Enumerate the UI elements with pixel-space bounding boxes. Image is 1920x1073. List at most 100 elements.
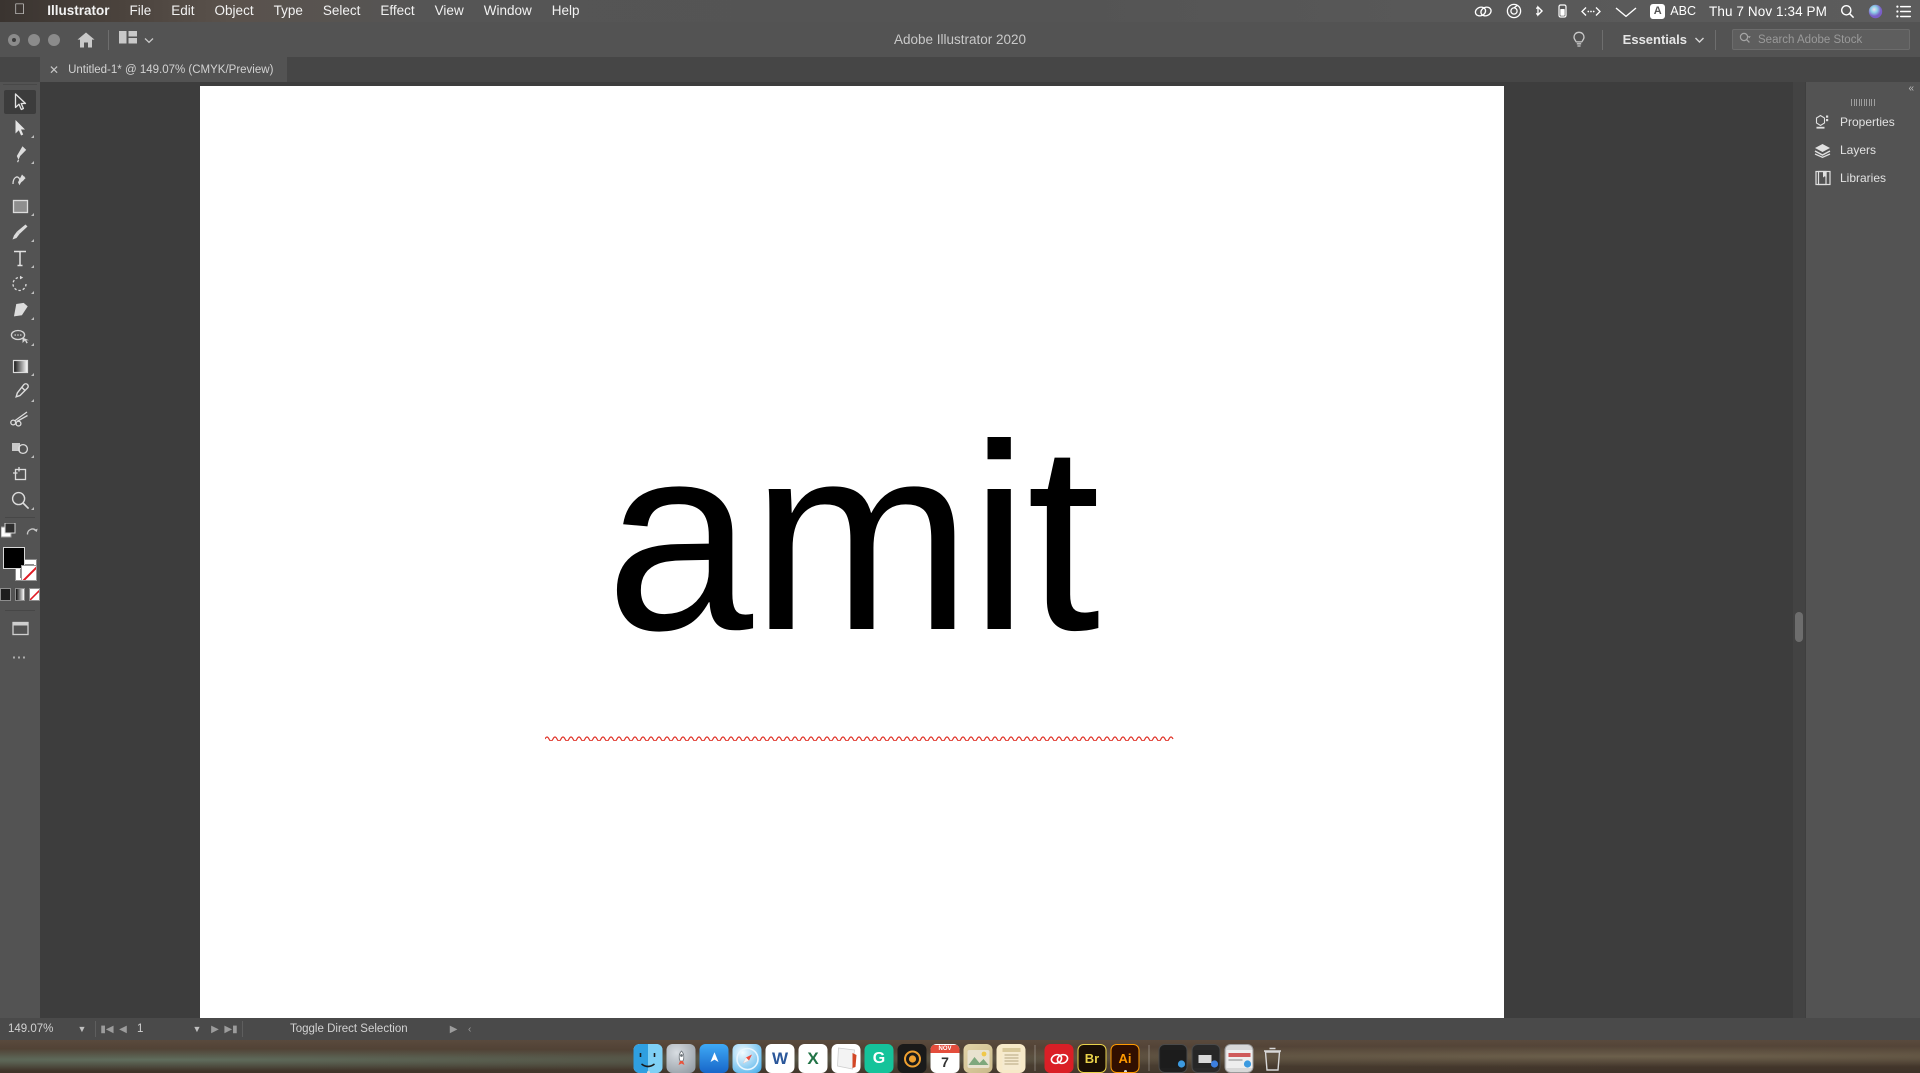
dock-item-powerpoint[interactable] <box>831 1044 861 1073</box>
minimize-window-button[interactable] <box>28 33 40 46</box>
dock-item-finder[interactable] <box>633 1044 663 1073</box>
minimized-window-2[interactable] <box>1191 1044 1221 1073</box>
calendar-day-label: 7 <box>941 1054 949 1070</box>
resize-grip-icon[interactable]: ‹ <box>462 1024 478 1035</box>
artboard-number-field[interactable]: 1 <box>131 1023 187 1035</box>
shaper-tool[interactable] <box>4 324 36 348</box>
close-window-button[interactable] <box>8 33 20 46</box>
type-tool[interactable] <box>4 246 36 270</box>
prev-artboard-icon[interactable]: ◀ <box>115 1024 131 1035</box>
eyedropper-tool[interactable] <box>4 380 36 404</box>
double-chevron-left-icon[interactable]: « <box>1806 82 1920 96</box>
trash-icon[interactable] <box>1258 1044 1287 1073</box>
document-canvas[interactable]: amit <box>40 82 1805 1028</box>
dock-item-excel[interactable]: X <box>798 1044 828 1073</box>
zoom-tool[interactable] <box>4 488 36 512</box>
battery-icon[interactable] <box>1558 0 1567 22</box>
dock-item-illustrator[interactable]: Ai <box>1110 1044 1140 1073</box>
sidebar-item-properties[interactable]: Properties <box>1806 108 1920 136</box>
lightbulb-icon[interactable] <box>1566 27 1592 53</box>
dock-item-podcasts[interactable] <box>897 1044 927 1073</box>
swap-fill-stroke-icon[interactable] <box>25 524 39 542</box>
artwork-text[interactable]: amit <box>200 406 1504 671</box>
rotate-tool[interactable] <box>4 272 36 296</box>
change-screen-mode-icon[interactable] <box>4 616 36 640</box>
next-artboard-icon[interactable]: ▶ <box>207 1024 223 1035</box>
first-artboard-icon[interactable]: ▮◀ <box>99 1024 115 1035</box>
menu-file[interactable]: File <box>120 0 162 22</box>
vertical-scrollbar[interactable] <box>1793 82 1805 1028</box>
menu-view[interactable]: View <box>425 0 474 22</box>
vertical-scrollbar-thumb[interactable] <box>1795 612 1803 642</box>
workspace-label[interactable]: Essentials <box>1613 32 1694 47</box>
dock-item-launchpad[interactable] <box>666 1044 696 1073</box>
dock-item-photos[interactable] <box>963 1044 993 1073</box>
search-stock-icon <box>1739 32 1753 47</box>
paintbrush-tool[interactable] <box>4 220 36 244</box>
document-tab[interactable]: ✕ Untitled-1* @ 149.07% (CMYK/Preview) <box>40 57 288 82</box>
sidebar-item-layers[interactable]: Layers <box>1806 136 1920 164</box>
control-center-icon[interactable] <box>1896 0 1912 22</box>
menu-select[interactable]: Select <box>313 0 371 22</box>
apple-logo-icon[interactable]:  <box>0 0 37 22</box>
dock-item-bridge[interactable]: Br <box>1077 1044 1107 1073</box>
menu-type[interactable]: Type <box>264 0 313 22</box>
zoom-window-button[interactable] <box>48 33 60 46</box>
scissors-tool[interactable] <box>4 406 36 430</box>
chevron-down-icon[interactable] <box>1694 31 1705 49</box>
dock-item-calendar[interactable]: NOV 7 <box>930 1044 960 1073</box>
dock-item-glyph: Br <box>1084 1051 1100 1066</box>
menu-window[interactable]: Window <box>474 0 542 22</box>
color-swatch-icon[interactable] <box>0 588 11 601</box>
dock-item-safari[interactable] <box>732 1044 762 1073</box>
dock-item-grammarly[interactable]: G <box>864 1044 894 1073</box>
wifi-icon[interactable] <box>1615 0 1637 22</box>
dock-item-notes[interactable] <box>996 1044 1026 1073</box>
minimized-window-3[interactable] <box>1224 1044 1254 1073</box>
menu-edit[interactable]: Edit <box>161 0 204 22</box>
siri-icon[interactable] <box>1868 0 1883 22</box>
search-icon[interactable] <box>1840 0 1855 22</box>
dock-item-creative-cloud[interactable] <box>1044 1044 1074 1073</box>
home-icon[interactable] <box>74 28 98 52</box>
none-swatch-icon[interactable] <box>29 588 41 601</box>
search-input[interactable]: Search Adobe Stock <box>1732 29 1910 50</box>
creative-cloud-icon[interactable] <box>1474 0 1493 22</box>
direct-selection-tool[interactable] <box>4 116 36 140</box>
dock-item-word[interactable]: W <box>765 1044 795 1073</box>
chevron-down-icon[interactable]: ▼ <box>72 1024 92 1034</box>
menu-bar-clock[interactable]: Thu 7 Nov 1:34 PM <box>1709 4 1827 19</box>
gradient-tool[interactable] <box>4 354 36 378</box>
pen-tool[interactable] <box>4 142 36 166</box>
menu-effect[interactable]: Effect <box>370 0 424 22</box>
vpn-icon[interactable] <box>1580 0 1602 22</box>
chevron-down-icon[interactable]: ▼ <box>187 1024 207 1034</box>
status-menu-icon[interactable]: ▶ <box>446 1024 462 1035</box>
artboard[interactable]: amit <box>200 86 1504 1024</box>
input-source-indicator[interactable]: A ABC <box>1650 3 1696 19</box>
minimized-window-1[interactable] <box>1158 1044 1188 1073</box>
selection-tool[interactable] <box>4 90 36 114</box>
bluetooth-icon[interactable] <box>1535 0 1545 22</box>
menu-illustrator[interactable]: Illustrator <box>37 0 119 22</box>
gradient-swatch-icon[interactable] <box>14 588 26 601</box>
free-transform-tool[interactable] <box>4 436 36 460</box>
workspace-divider <box>1601 29 1603 50</box>
last-artboard-icon[interactable]: ▶▮ <box>223 1024 239 1035</box>
sidebar-item-libraries[interactable]: Libraries <box>1806 164 1920 192</box>
eraser-tool[interactable] <box>4 298 36 322</box>
curvature-tool[interactable] <box>4 168 36 192</box>
artboard-tool[interactable] <box>4 462 36 486</box>
default-fill-stroke-icon[interactable] <box>0 522 16 543</box>
dock-item-appstore[interactable] <box>699 1044 729 1073</box>
menu-object[interactable]: Object <box>205 0 264 22</box>
dropbox-icon[interactable] <box>1506 0 1522 22</box>
panel-grip[interactable] <box>1806 96 1920 108</box>
close-icon[interactable]: ✕ <box>49 64 59 76</box>
arrange-documents-button[interactable] <box>119 30 154 50</box>
menu-help[interactable]: Help <box>542 0 590 22</box>
more-tools-icon[interactable]: ⋯ <box>0 648 40 666</box>
zoom-level-field[interactable]: 149.07% <box>0 1023 72 1035</box>
none-swatch-icon[interactable] <box>21 565 37 581</box>
rectangle-tool[interactable] <box>4 194 36 218</box>
